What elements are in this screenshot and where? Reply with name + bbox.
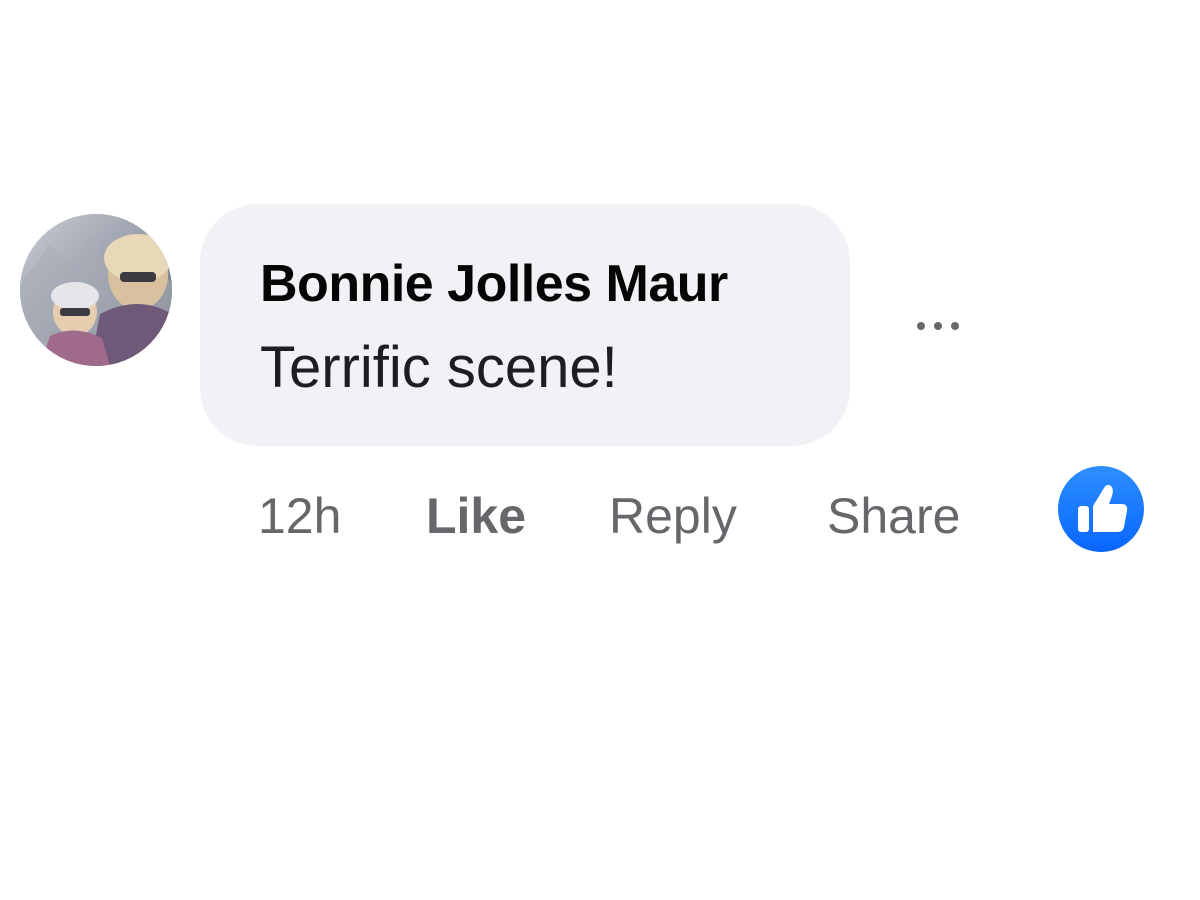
thumbs-up-icon[interactable] (1058, 466, 1144, 552)
avatar[interactable] (20, 214, 172, 366)
comment-actions: 12h Like Reply Share (258, 484, 960, 548)
share-button[interactable]: Share (827, 487, 960, 545)
dot (934, 322, 942, 330)
dot (951, 322, 959, 330)
comment: Bonnie Jolles Maur Terrific scene! 12h L… (0, 0, 1200, 900)
comment-bubble: Bonnie Jolles Maur Terrific scene! (200, 204, 850, 446)
reply-button[interactable]: Reply (609, 487, 827, 545)
profile-photo (20, 214, 172, 366)
dot (917, 322, 925, 330)
more-options-icon[interactable] (900, 306, 976, 346)
thumbs-up-glyph (1078, 484, 1128, 532)
timestamp[interactable]: 12h (258, 487, 426, 545)
like-button[interactable]: Like (426, 487, 609, 545)
comment-text: Terrific scene! (260, 335, 618, 400)
author-name[interactable]: Bonnie Jolles Maur (260, 254, 728, 314)
